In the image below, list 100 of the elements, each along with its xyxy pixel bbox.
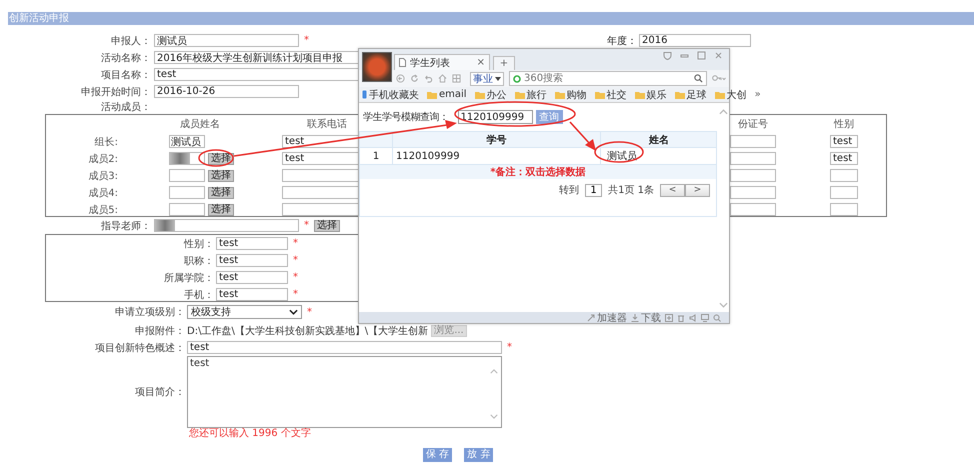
- bookmark[interactable]: 大创: [714, 88, 747, 102]
- field-label: 职称：: [183, 254, 214, 268]
- input-field[interactable]: [730, 186, 776, 199]
- input-field[interactable]: test: [187, 341, 502, 354]
- bookmark[interactable]: 办公: [474, 88, 507, 102]
- zoom-icon[interactable]: [713, 314, 721, 322]
- more-bookmarks-button[interactable]: »: [754, 89, 761, 100]
- folder-icon: [514, 90, 525, 98]
- select-button[interactable]: 选择: [208, 204, 234, 216]
- select-button[interactable]: 选择: [208, 170, 234, 182]
- bookmark[interactable]: 购物: [554, 88, 587, 102]
- column-header: 联系电话: [306, 118, 348, 131]
- input-field[interactable]: test: [216, 237, 288, 250]
- table-cell: 1120109999: [396, 150, 460, 162]
- ring-logo-icon: [513, 74, 521, 82]
- input-field[interactable]: [830, 203, 858, 216]
- home-icon[interactable]: [438, 74, 447, 83]
- input-field[interactable]: [830, 186, 858, 199]
- input-field[interactable]: [169, 186, 205, 199]
- text-area[interactable]: test: [187, 356, 502, 428]
- input-field[interactable]: test: [216, 271, 288, 284]
- required-mark: *: [293, 255, 298, 266]
- field-label: 活动名称：: [100, 52, 151, 64]
- input-field[interactable]: 测试员: [154, 34, 299, 47]
- status-item[interactable]: 下载: [631, 310, 661, 324]
- field-label: 申报人：: [110, 34, 151, 48]
- input-field[interactable]: test: [830, 152, 858, 165]
- folder-icon: [427, 90, 437, 98]
- status-item[interactable]: 加速器: [587, 310, 627, 324]
- monitor-icon[interactable]: [701, 314, 709, 322]
- input-field[interactable]: [169, 152, 205, 165]
- row-label: 组长:: [94, 136, 118, 148]
- level-dropdown[interactable]: 校级支持: [187, 305, 302, 319]
- chevron-down-icon: [289, 309, 298, 315]
- pager-label: 转到: [559, 184, 580, 197]
- folder-icon: [674, 90, 685, 98]
- input-field[interactable]: [169, 203, 205, 216]
- back-icon[interactable]: [396, 74, 405, 83]
- required-mark: *: [304, 220, 309, 231]
- required-mark: *: [507, 342, 512, 353]
- trash-icon[interactable]: [677, 314, 685, 322]
- text-area-value: test: [190, 358, 210, 369]
- speaker-icon[interactable]: [689, 314, 697, 322]
- required-mark: *: [293, 272, 298, 283]
- input-field[interactable]: [730, 203, 776, 216]
- input-field[interactable]: 2016-10-26: [154, 85, 299, 98]
- input-field[interactable]: test: [216, 288, 288, 301]
- search-field[interactable]: 1120109999: [458, 110, 532, 124]
- search-icon[interactable]: [694, 74, 703, 83]
- browser-tab[interactable]: 学生列表 ×: [394, 54, 490, 70]
- maximize-icon[interactable]: [697, 51, 706, 60]
- bookmark[interactable]: 足球: [674, 88, 707, 102]
- folder-icon: [474, 90, 485, 98]
- chevron-up-icon[interactable]: [719, 109, 728, 115]
- grid-icon[interactable]: [452, 74, 461, 83]
- input-field[interactable]: [730, 135, 776, 148]
- shield-icon[interactable]: [663, 51, 672, 60]
- new-tab-button[interactable]: +: [493, 56, 515, 70]
- input-field[interactable]: [154, 219, 299, 232]
- input-field[interactable]: 2016: [639, 34, 751, 47]
- field-label: 项目简介：: [134, 386, 185, 399]
- note-text: *备注：双击选择数据: [490, 165, 586, 179]
- required-mark: *: [293, 289, 298, 300]
- bookmark[interactable]: 娱乐: [634, 88, 667, 102]
- bookmark[interactable]: 手机收藏夹: [362, 88, 419, 102]
- table-cell-text: 测试员: [607, 150, 637, 163]
- input-field[interactable]: test: [216, 254, 288, 267]
- next-page-button[interactable]: >: [685, 184, 710, 196]
- input-field[interactable]: [730, 169, 776, 182]
- chevron-down-icon: [490, 414, 498, 419]
- plus-box-icon[interactable]: [665, 314, 673, 322]
- row-label: 成员3:: [87, 170, 118, 182]
- field-label: 项目创新特色概述：: [94, 342, 185, 354]
- input-field[interactable]: test: [830, 135, 858, 148]
- folder-icon: [554, 90, 565, 98]
- input-field[interactable]: [730, 152, 776, 165]
- select-button[interactable]: 选择: [314, 220, 340, 232]
- input-field[interactable]: 测试员: [169, 135, 205, 148]
- search-engine-dropdown[interactable]: 事业: [470, 72, 504, 86]
- bookmark[interactable]: email: [427, 89, 467, 100]
- field-label: 活动成员：: [100, 100, 151, 114]
- page-total: 共1页 1条: [608, 184, 654, 197]
- chevron-down-icon[interactable]: [719, 302, 728, 308]
- input-field[interactable]: [169, 169, 205, 182]
- close-tab-button[interactable]: ×: [476, 57, 485, 68]
- select-button[interactable]: 选择: [208, 152, 234, 164]
- bookmark[interactable]: 社交: [594, 88, 627, 102]
- row-label: 成员5:: [87, 204, 118, 216]
- input-field[interactable]: [830, 169, 858, 182]
- undo-icon[interactable]: [424, 74, 433, 83]
- address-bar[interactable]: 360搜索: [509, 71, 707, 86]
- page-field[interactable]: 1: [585, 184, 602, 196]
- select-button[interactable]: 选择: [208, 186, 234, 198]
- column-header: 学号: [486, 134, 506, 146]
- field-label: 性别：: [182, 238, 214, 250]
- close-icon[interactable]: [714, 51, 723, 60]
- key-icon[interactable]: [712, 74, 726, 83]
- bookmark[interactable]: 旅行: [514, 88, 547, 102]
- previous-page-button[interactable]: <: [660, 184, 685, 196]
- refresh-icon[interactable]: [410, 74, 419, 83]
